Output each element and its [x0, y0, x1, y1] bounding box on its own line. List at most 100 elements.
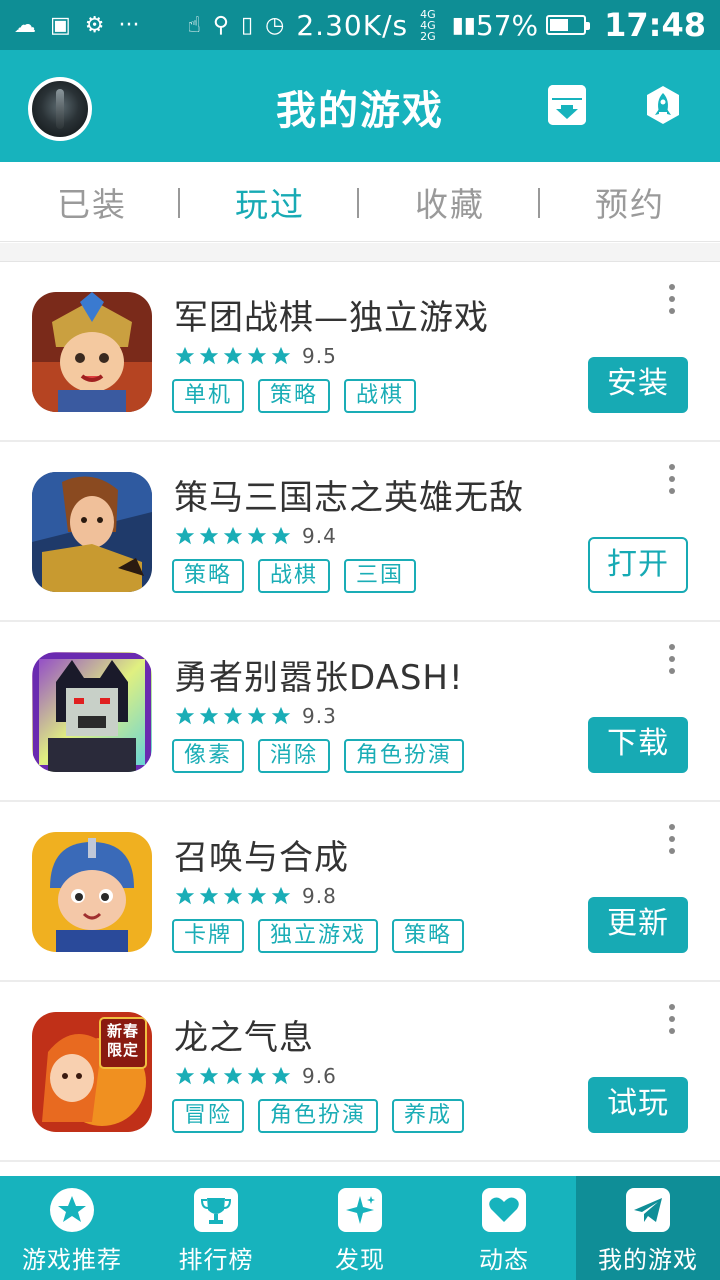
list-item[interactable]: 勇者别嚣张DASH! 9.3 像素 消除 角色扮演 下载	[0, 622, 720, 802]
download-button[interactable]: 下载	[588, 717, 688, 773]
nav-item-discover[interactable]: 发现	[288, 1176, 432, 1280]
tag[interactable]: 战棋	[258, 559, 331, 593]
status-bar: ☁ ▣ ⚙ ··· ☝ ⚲ ▯ ◷ 2.30K/s 4G 4G 2G ▮▮ 57…	[0, 0, 720, 50]
tab-favorites[interactable]: 收藏	[360, 178, 540, 226]
star-icon	[247, 886, 267, 905]
tag[interactable]: 角色扮演	[258, 1099, 379, 1133]
game-icon	[32, 472, 152, 592]
rating-value: 9.8	[302, 884, 337, 908]
star-icon	[247, 346, 267, 365]
tag[interactable]: 卡牌	[172, 919, 245, 953]
tag[interactable]: 策略	[392, 919, 465, 953]
more-options-icon[interactable]	[666, 644, 678, 674]
game-name: 军团战棋—独立游戏	[174, 298, 489, 338]
game-icon	[32, 832, 152, 952]
star-rating: 9.8	[174, 884, 337, 908]
star-icon	[199, 526, 219, 545]
touch-icon: ☝	[187, 12, 201, 38]
tag[interactable]: 策略	[172, 559, 245, 593]
tag-list: 单机 策略 战棋	[172, 379, 417, 413]
notification-icons: ☁ ▣ ⚙ ···	[14, 13, 140, 38]
divider-strip	[0, 243, 720, 262]
bottom-nav: 游戏推荐 排行榜 发现 动态 我的游戏	[0, 1176, 720, 1280]
tab-reservations[interactable]: 预约	[540, 178, 720, 226]
star-rating: 9.3	[174, 704, 337, 728]
tag[interactable]: 单机	[172, 379, 245, 413]
star-icon	[199, 706, 219, 725]
tab-divider	[357, 188, 359, 218]
tab-installed[interactable]: 已装	[2, 178, 182, 226]
star-icon	[223, 886, 243, 905]
tag[interactable]: 消除	[258, 739, 331, 773]
try-button[interactable]: 试玩	[588, 1077, 688, 1133]
tag[interactable]: 角色扮演	[344, 739, 465, 773]
more-options-icon[interactable]	[666, 464, 678, 494]
battery-percent: 57%	[475, 8, 539, 42]
more-options-icon[interactable]	[666, 1004, 678, 1034]
more-options-icon[interactable]	[666, 284, 678, 314]
image-icon: ▣	[50, 12, 71, 38]
signal-icon: ▮▮	[451, 12, 476, 38]
list-item[interactable]: 策马三国志之英雄无敌 9.4 策略 战棋 三国 打开	[0, 442, 720, 622]
tag[interactable]: 冒险	[172, 1099, 245, 1133]
tab-bar: 已装 玩过 收藏 预约	[0, 162, 720, 242]
rating-value: 9.6	[302, 1064, 337, 1088]
trophy-icon	[194, 1188, 238, 1232]
tag[interactable]: 像素	[172, 739, 245, 773]
tag[interactable]: 战棋	[344, 379, 417, 413]
app-header: 我的游戏	[0, 50, 720, 162]
clock: 17:48	[604, 6, 706, 44]
nav-label: 发现	[335, 1246, 385, 1274]
nav-item-recommend[interactable]: 游戏推荐	[0, 1176, 144, 1280]
nav-label: 我的游戏	[598, 1246, 698, 1274]
download-box-icon[interactable]	[548, 85, 586, 125]
tag[interactable]: 三国	[344, 559, 417, 593]
sparkle-icon	[338, 1188, 382, 1232]
rating-value: 9.3	[302, 704, 337, 728]
game-list: 军团战棋—独立游戏 9.5 单机 策略 战棋 安装 策马三国志之英雄无敌 9.4…	[0, 262, 720, 1162]
nav-item-my-games[interactable]: 我的游戏	[576, 1176, 720, 1280]
chat-icon: ☁	[14, 12, 36, 38]
list-item[interactable]: 新春限定 龙之气息 9.6 冒险 角色扮演 养成 试玩	[0, 982, 720, 1162]
rating-value: 9.4	[302, 524, 337, 548]
tag-list: 卡牌 独立游戏 策略	[172, 919, 465, 953]
game-icon	[32, 292, 152, 412]
nav-label: 游戏推荐	[22, 1246, 122, 1274]
tag[interactable]: 养成	[392, 1099, 465, 1133]
network-speed: 2.30K/s	[296, 8, 409, 42]
star-rating: 9.6	[174, 1064, 337, 1088]
network-type: 4G 4G 2G	[420, 7, 436, 43]
battery-icon	[546, 15, 591, 35]
list-item[interactable]: 召唤与合成 9.8 卡牌 独立游戏 策略 更新	[0, 802, 720, 982]
star-icon	[223, 526, 243, 545]
tag-list: 像素 消除 角色扮演	[172, 739, 465, 773]
tab-played[interactable]: 玩过	[180, 178, 360, 226]
update-button[interactable]: 更新	[588, 897, 688, 953]
rocket-icon[interactable]	[644, 85, 682, 125]
nav-label: 排行榜	[178, 1246, 254, 1274]
open-button[interactable]: 打开	[588, 537, 688, 593]
more-notifications-icon: ···	[118, 12, 140, 38]
game-name: 策马三国志之英雄无敌	[174, 478, 524, 518]
tag-list: 冒险 角色扮演 养成	[172, 1099, 465, 1133]
nav-label: 动态	[479, 1246, 529, 1274]
rating-value: 9.5	[302, 344, 337, 368]
nav-item-feed[interactable]: 动态	[432, 1176, 576, 1280]
star-icon	[271, 346, 291, 365]
more-options-icon[interactable]	[666, 824, 678, 854]
tag[interactable]: 独立游戏	[258, 919, 379, 953]
nav-item-ranking[interactable]: 排行榜	[144, 1176, 288, 1280]
page-title: 我的游戏	[276, 88, 444, 134]
list-item[interactable]: 军团战棋—独立游戏 9.5 单机 策略 战棋 安装	[0, 262, 720, 442]
star-rating: 9.5	[174, 344, 337, 368]
tag[interactable]: 策略	[258, 379, 331, 413]
star-icon	[175, 346, 195, 365]
star-icon	[247, 706, 267, 725]
install-button[interactable]: 安装	[588, 357, 688, 413]
alarm-icon: ◷	[265, 12, 285, 38]
star-icon	[175, 886, 195, 905]
star-icon	[175, 1066, 195, 1085]
star-icon	[247, 1066, 267, 1085]
star-icon	[175, 706, 195, 725]
star-icon	[247, 526, 267, 545]
